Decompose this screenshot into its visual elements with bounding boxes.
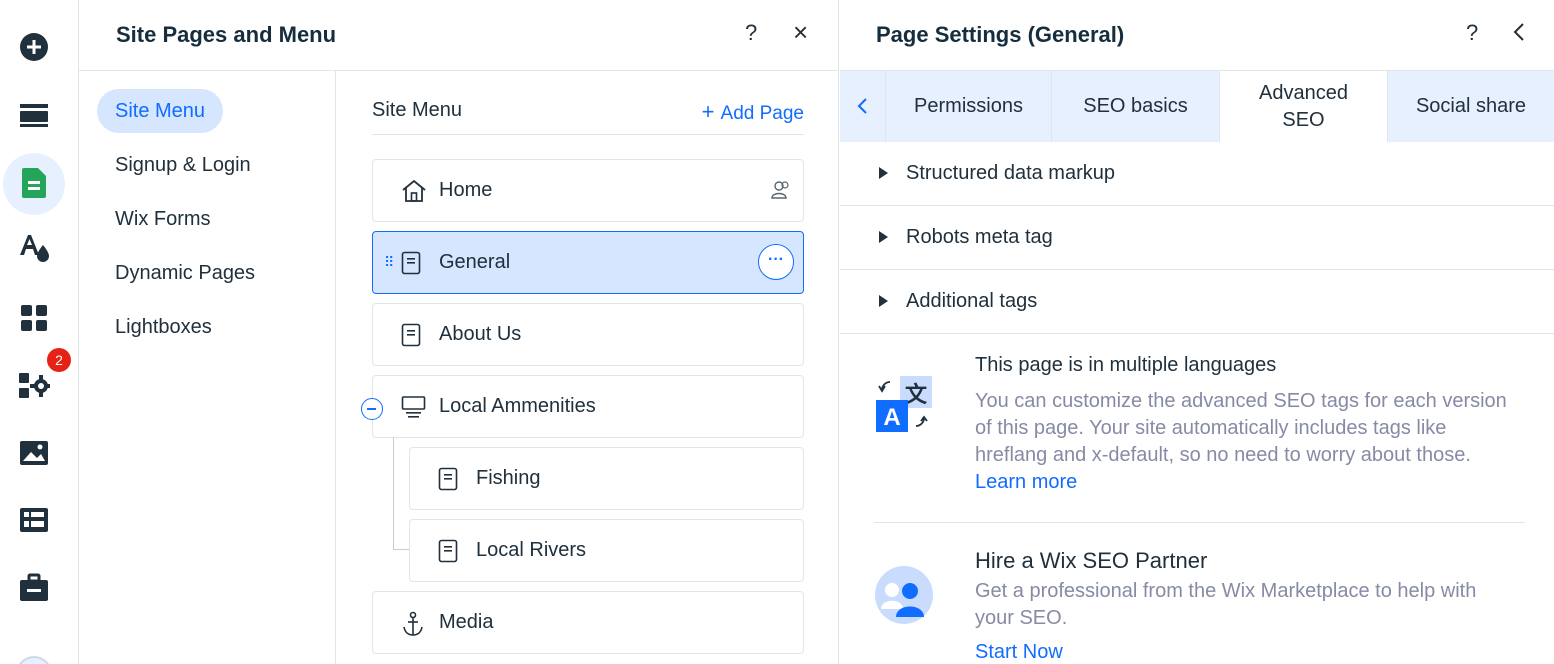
collapse-icon[interactable] [361,398,383,420]
tab-social-share[interactable]: Social share [1388,71,1554,142]
add-page-button[interactable]: + Add Page [702,99,804,125]
page-categories: Site Menu Signup & Login Wix Forms Dynam… [79,71,336,664]
panel-title: Page Settings (General) [876,22,1125,47]
section-structured-data[interactable]: Structured data markup [840,142,1554,206]
page-item-about-us[interactable]: About Us [372,303,804,366]
partner-title: Hire a Wix SEO Partner [975,548,1208,573]
page-item-media[interactable]: Media [372,591,804,654]
category-dynamic-pages[interactable]: Dynamic Pages [97,251,273,295]
page-icon [438,467,458,496]
home-icon [401,179,427,208]
page-item-home[interactable]: Home [372,159,804,222]
tabs-scroll-left-button[interactable] [840,71,886,142]
media-icon[interactable] [0,423,68,483]
site-pages-header: Site Pages and Menu ? × [79,0,839,71]
back-icon[interactable] [1512,22,1526,48]
page-settings-panel: Page Settings (General) ? Permissions SE… [840,0,1554,664]
page-item-local-rivers[interactable]: Local Rivers [409,519,804,582]
pages-icon[interactable] [0,153,68,215]
category-site-menu[interactable]: Site Menu [97,89,224,133]
page-label: Local Ammenities [439,395,596,417]
chevron-left-icon [857,98,867,114]
page-label: Home [439,179,493,201]
help-icon[interactable]: ? [745,20,757,46]
expand-arrow-icon [879,231,888,243]
more-actions-button[interactable]: ··· [758,244,794,280]
folder-icon [401,395,427,424]
page-settings-header: Page Settings (General) ? [840,0,1554,71]
section-robots-meta[interactable]: Robots meta tag [840,206,1554,270]
close-icon[interactable]: × [793,17,808,48]
add-icon[interactable] [0,17,68,77]
page-icon [401,251,421,280]
pages-list-title: Site Menu [372,99,463,121]
settings-tabs: Permissions SEO basics Advanced SEO Soci… [840,71,1554,142]
page-label: About Us [439,323,522,345]
sections-icon[interactable] [0,85,68,145]
languages-title: This page is in multiple languages [975,354,1277,376]
left-rail: 2 [0,0,79,664]
expand-arrow-icon [879,295,888,307]
start-now-link[interactable]: Start Now [975,641,1063,664]
svg-text:文: 文 [905,382,928,408]
panel-title: Site Pages and Menu [116,22,337,47]
page-icon [401,323,421,352]
pages-list-header: Site Menu + Add Page [372,71,804,135]
anchor-icon [401,611,425,642]
members-icon[interactable] [770,180,792,205]
plus-icon: + [701,99,715,124]
translate-icon: 文 A [874,374,936,441]
page-item-fishing[interactable]: Fishing [409,447,804,510]
theme-icon[interactable] [0,218,68,278]
expand-arrow-icon [879,167,888,179]
page-item-general[interactable]: ⠿ General ··· [372,231,804,294]
page-icon [438,539,458,568]
help-icon[interactable]: ? [1466,20,1478,46]
cms-icon[interactable] [0,490,68,550]
learn-more-link[interactable]: Learn more [975,471,1077,493]
page-label: General [439,251,511,273]
portfolio-icon[interactable] [0,558,68,618]
divider [874,522,1525,523]
drag-handle-icon[interactable]: ⠿ [384,254,394,271]
section-additional-tags[interactable]: Additional tags [840,270,1554,334]
page-item-local-ammenities[interactable]: Local Ammenities [361,375,804,438]
tab-seo-basics[interactable]: SEO basics [1052,71,1220,142]
tree-connector [393,437,394,549]
category-wix-forms[interactable]: Wix Forms [97,197,229,241]
account-avatar[interactable] [16,656,52,664]
tree-connector [393,549,409,550]
svg-text:A: A [883,404,900,431]
languages-body: You can customize the advanced SEO tags … [975,390,1507,493]
site-pages-panel: Site Pages and Menu ? × Site Menu Signup… [79,0,839,664]
page-label: Fishing [476,467,541,489]
category-signup-login[interactable]: Signup & Login [97,143,269,187]
page-label: Local Rivers [476,539,587,561]
tab-permissions[interactable]: Permissions [886,71,1052,142]
notification-badge: 2 [47,348,71,372]
category-lightboxes[interactable]: Lightboxes [97,305,230,349]
tab-advanced-seo[interactable]: Advanced SEO [1220,71,1388,142]
partner-body: Get a professional from the Wix Marketpl… [975,580,1477,629]
pages-list: Site Menu +Add Page Home ⠿ General ··· [361,71,804,664]
seo-partner-icon [874,565,934,630]
page-label: Media [439,611,494,633]
apps-icon[interactable] [0,288,68,348]
